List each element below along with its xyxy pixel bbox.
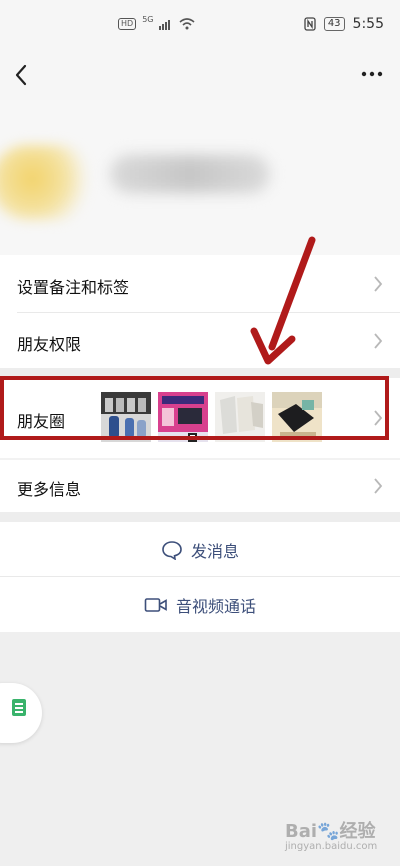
profile-header [0, 100, 400, 255]
send-message-button[interactable]: 发消息 [0, 522, 400, 577]
top-bar [0, 50, 400, 100]
battery-indicator: 43 [323, 17, 345, 31]
video-call-label: 音视频通话 [175, 596, 256, 616]
chevron-right-icon [374, 333, 383, 349]
nfc-icon [304, 17, 316, 31]
menu-item-label: 设置备注和标签 [17, 278, 130, 297]
contact-name-blurred [110, 155, 270, 193]
5g-label: 5G [142, 14, 154, 24]
wifi-icon [179, 18, 196, 30]
watermark-main: Bai🐾经验 [285, 821, 376, 842]
video-call-button[interactable]: 音视频通话 [0, 577, 400, 632]
status-bar: HD 5G 43 5:55 [0, 0, 400, 50]
highlight-box [0, 376, 389, 440]
signal-icon [159, 20, 171, 30]
watermark-sub: jingyan.baidu.com [285, 841, 378, 852]
contact-profile-screen: HD 5G 43 5:55 设置备注和标签 朋友权限 朋友圈 更多信息 发消息 … [0, 0, 400, 866]
menu-item-label: 更多信息 [17, 480, 82, 499]
menu-item-remarks-tags[interactable]: 设置备注和标签 [0, 255, 400, 313]
video-camera-icon [144, 597, 167, 612]
chat-bubble-icon [162, 540, 182, 560]
clock: 5:55 [352, 16, 384, 32]
chevron-right-icon [374, 276, 383, 292]
network-indicators: HD 5G [118, 14, 196, 30]
menu-item-friend-permissions[interactable]: 朋友权限 [0, 313, 400, 368]
hd-badge: HD [118, 18, 137, 30]
red-arrow-annotation [250, 236, 316, 365]
section-gap [0, 512, 400, 522]
document-icon [12, 699, 26, 716]
more-dots-icon[interactable] [360, 62, 384, 86]
avatar[interactable] [0, 145, 95, 220]
chevron-right-icon [374, 478, 383, 494]
watermark: Bai🐾经验 jingyan.baidu.com [285, 817, 395, 857]
menu-item-label: 朋友权限 [17, 335, 82, 354]
chevron-left-icon[interactable] [10, 60, 34, 90]
menu-item-more-info[interactable]: 更多信息 [0, 460, 400, 512]
status-right: 43 5:55 [304, 16, 384, 32]
send-message-label: 发消息 [190, 541, 239, 561]
